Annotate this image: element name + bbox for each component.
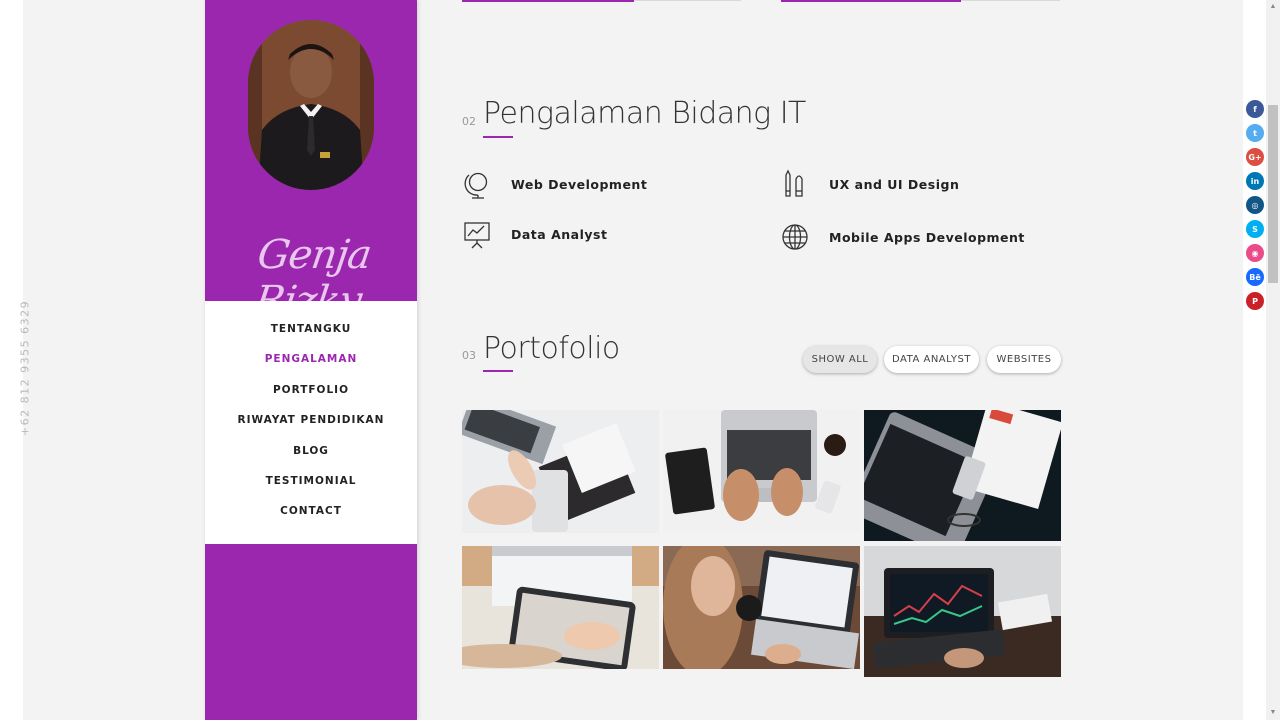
portfolio-item[interactable]: [462, 546, 659, 669]
nav-item-tentangku[interactable]: TENTANGKU: [205, 323, 417, 353]
nav-item-pengalaman[interactable]: PENGALAMAN: [205, 353, 417, 383]
filter-data-analyst-button[interactable]: DATA ANALYST: [884, 346, 979, 373]
twitter-icon[interactable]: t: [1246, 124, 1264, 142]
skill-progress-bar: [462, 0, 741, 2]
google-plus-icon[interactable]: G+: [1246, 148, 1264, 166]
nav-item-testimonial[interactable]: TESTIMONIAL: [205, 475, 417, 505]
world-grid-icon: [780, 222, 810, 252]
section-title: Portofolio: [483, 331, 620, 366]
nav-item-blog[interactable]: BLOG: [205, 445, 417, 475]
avatar: [248, 20, 374, 190]
skype-icon[interactable]: S: [1246, 220, 1264, 238]
portfolio-item[interactable]: [462, 410, 659, 533]
filter-websites-button[interactable]: WEBSITES: [987, 346, 1061, 373]
section-underline: [483, 136, 513, 138]
pinterest-icon[interactable]: P: [1246, 292, 1264, 310]
pens-icon: [780, 169, 810, 199]
skill-item: Mobile Apps Development: [780, 222, 1025, 252]
skill-label: Data Analyst: [511, 226, 608, 242]
skill-item: Web Development: [462, 169, 647, 199]
nav-item-portfolio[interactable]: PORTFOLIO: [205, 384, 417, 414]
section-number: 03: [462, 349, 476, 362]
filter-show-all-button[interactable]: SHOW ALL: [803, 346, 877, 373]
scrollbar-thumb[interactable]: [1268, 105, 1278, 283]
skill-label: Mobile Apps Development: [829, 229, 1025, 245]
section-title: Pengalaman Bidang IT: [483, 96, 806, 131]
behance-icon[interactable]: Bē: [1246, 268, 1264, 286]
globe-stand-icon: [462, 169, 492, 199]
linkedin-icon[interactable]: in: [1246, 172, 1264, 190]
phone-number: +62 812 9355 6329: [18, 299, 32, 437]
portfolio-item[interactable]: [663, 410, 860, 533]
skill-progress-fill: [781, 0, 961, 2]
nav-item-riwayat-pendidikan[interactable]: RIWAYAT PENDIDIKAN: [205, 414, 417, 444]
skill-label: Web Development: [511, 176, 648, 192]
section-number: 02: [462, 115, 476, 128]
skill-progress-bar: [781, 0, 1060, 2]
instagram-icon[interactable]: ◎: [1246, 196, 1264, 214]
sidebar: Genja Rizky TENTANGKU PENGALAMAN PORTFOL…: [205, 0, 417, 720]
skill-item: UX and UI Design: [780, 169, 959, 199]
section-underline: [483, 370, 513, 372]
scroll-up-arrow-icon[interactable]: ▲: [1266, 0, 1280, 14]
skill-progress-fill: [462, 0, 634, 2]
portfolio-item[interactable]: [663, 546, 860, 669]
scroll-down-arrow-icon[interactable]: ▼: [1266, 706, 1280, 720]
nav-item-contact[interactable]: CONTACT: [205, 505, 417, 535]
skill-item: Data Analyst: [462, 219, 607, 249]
skill-label: UX and UI Design: [829, 176, 960, 192]
portfolio-item[interactable]: [864, 546, 1061, 677]
dribbble-icon[interactable]: ◉: [1246, 244, 1264, 262]
presentation-chart-icon: [462, 219, 492, 249]
main-nav: TENTANGKU PENGALAMAN PORTFOLIO RIWAYAT P…: [205, 301, 417, 544]
facebook-icon[interactable]: f: [1246, 100, 1264, 118]
portfolio-item[interactable]: [864, 410, 1061, 541]
